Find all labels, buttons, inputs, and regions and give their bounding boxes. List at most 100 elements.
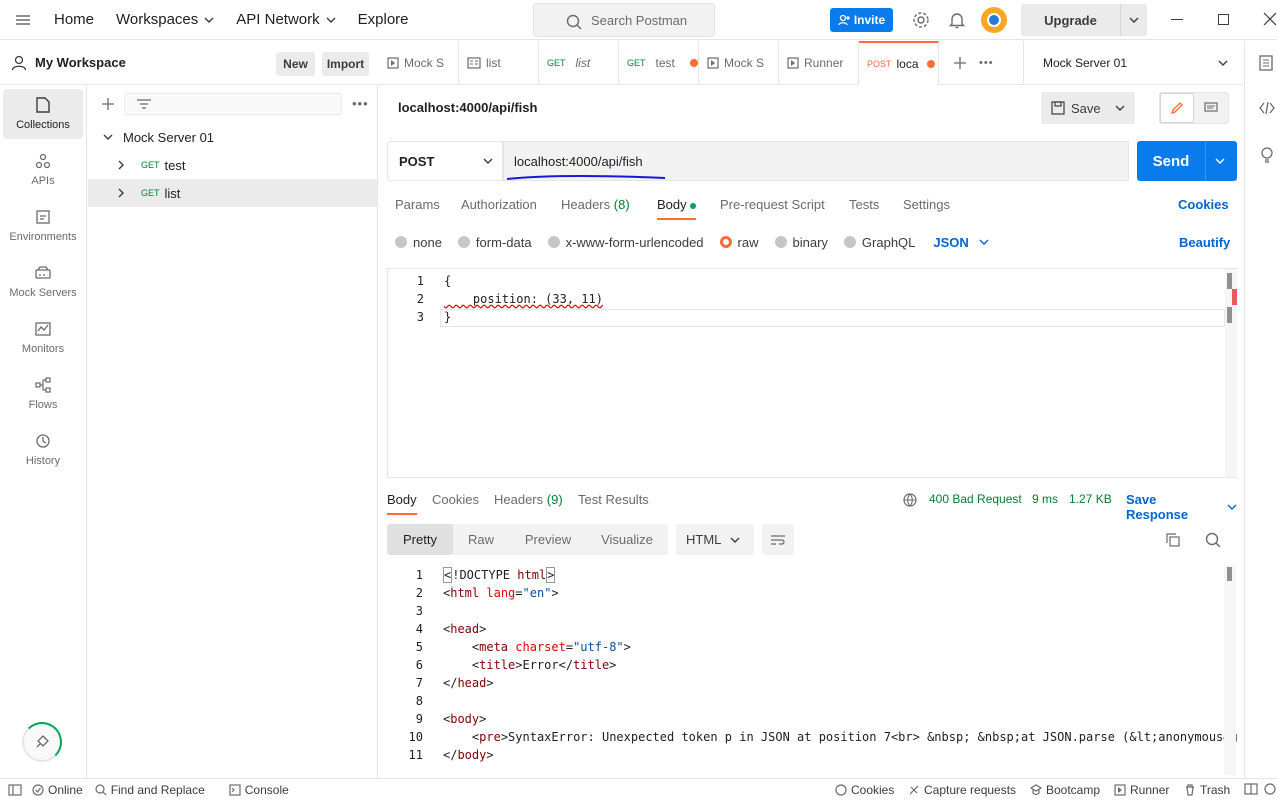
nav-explore[interactable]: Explore (358, 11, 409, 28)
code-icon[interactable] (1259, 102, 1275, 114)
layout-toggle-icon[interactable] (8, 783, 22, 796)
save-response-button[interactable]: Save Response (1126, 492, 1237, 522)
add-tab-icon[interactable] (953, 56, 967, 70)
runner-button[interactable]: Runner (1114, 783, 1169, 797)
format-select[interactable]: JSON (933, 235, 989, 250)
trash-button[interactable]: Trash (1184, 783, 1230, 797)
tab-params[interactable]: Params (395, 197, 440, 212)
search-icon[interactable] (1205, 532, 1221, 548)
tabs-more-icon[interactable]: ••• (979, 57, 994, 69)
radio-none[interactable]: none (395, 235, 442, 250)
response-scrollbar[interactable] (1224, 565, 1236, 775)
upgrade-button[interactable]: Upgrade (1021, 4, 1147, 36)
invite-button[interactable]: Invite (830, 8, 893, 32)
radio-form-data[interactable]: form-data (457, 235, 532, 250)
import-button[interactable]: Import (322, 52, 369, 76)
menu-icon[interactable] (16, 14, 30, 25)
bootcamp-button[interactable]: Bootcamp (1030, 783, 1100, 797)
response-tab-headers[interactable]: Headers (9) (494, 492, 563, 507)
close-window-button[interactable] (1263, 12, 1277, 26)
new-button[interactable]: New (276, 52, 315, 76)
more-options-icon[interactable]: ••• (352, 96, 369, 111)
beautify-link[interactable]: Beautify (1179, 235, 1230, 250)
tab-mock-server-2[interactable]: Mock S (699, 40, 779, 85)
notifications-bell-icon[interactable] (949, 11, 965, 29)
method-select[interactable]: POST (387, 141, 503, 181)
sidebar-item-apis[interactable]: APIs (3, 145, 83, 195)
settings-icon[interactable] (912, 11, 930, 29)
globe-icon[interactable] (903, 493, 917, 507)
lightbulb-icon[interactable] (1260, 147, 1274, 163)
tab-post-localhost[interactable]: POST loca (859, 40, 939, 85)
response-body-viewer[interactable]: 1 2 3 4 5 6 7 8 9 10 11 <!DOCTYPE html> … (387, 565, 1237, 775)
cookies-button[interactable]: Cookies (835, 783, 894, 797)
tab-body[interactable]: Body (657, 197, 697, 220)
tree-item-list[interactable]: GET list (88, 179, 377, 207)
tab-tests[interactable]: Tests (849, 197, 879, 212)
tab-runner[interactable]: Runner (779, 40, 859, 85)
console-button[interactable]: Console (229, 783, 289, 797)
list-icon (467, 56, 481, 69)
sidebar-item-collections[interactable]: Collections (3, 89, 83, 139)
sidebar-item-history[interactable]: History (3, 425, 83, 475)
minimize-button[interactable] (1171, 19, 1183, 20)
view-pretty[interactable]: Pretty (387, 524, 453, 555)
tree-item-test[interactable]: GET test (88, 151, 377, 179)
response-tab-test-results[interactable]: Test Results (578, 492, 649, 507)
cookies-link[interactable]: Cookies (1178, 197, 1229, 212)
tab-authorization[interactable]: Authorization (461, 197, 537, 212)
nav-api-network[interactable]: API Network (236, 11, 336, 28)
radio-urlencoded[interactable]: x-www-form-urlencoded (547, 235, 704, 250)
add-icon[interactable] (101, 97, 115, 111)
radio-binary[interactable]: binary (774, 235, 828, 250)
comments-button[interactable] (1194, 93, 1228, 123)
edit-mode-button[interactable] (1160, 93, 1195, 123)
response-time[interactable]: 9 ms (1032, 492, 1058, 506)
maximize-button[interactable] (1218, 14, 1229, 25)
tab-get-list[interactable]: GET list (539, 40, 619, 85)
response-format-select[interactable]: HTML (676, 524, 754, 555)
sidebar-item-flows[interactable]: Flows (3, 369, 83, 419)
tab-list-collection[interactable]: list (459, 40, 539, 85)
view-visualize[interactable]: Visualize (587, 532, 667, 547)
response-tab-body[interactable]: Body (387, 492, 417, 515)
view-raw[interactable]: Raw (453, 532, 509, 547)
nav-workspaces[interactable]: Workspaces (116, 11, 214, 28)
view-preview[interactable]: Preview (509, 532, 587, 547)
radio-raw[interactable]: raw (719, 235, 759, 250)
help-icon[interactable] (1264, 783, 1276, 795)
tab-settings[interactable]: Settings (903, 197, 950, 212)
tab-get-test[interactable]: GET test (619, 40, 699, 85)
capture-requests-button[interactable]: Capture requests (908, 783, 1016, 797)
workspace-name[interactable]: My Workspace (35, 55, 126, 70)
tab-headers[interactable]: Headers (8) (561, 197, 630, 212)
search-input[interactable]: Search Postman (533, 3, 715, 37)
runner-status-icon[interactable] (22, 722, 62, 762)
save-button[interactable]: Save (1041, 92, 1135, 124)
tab-pre-request-script[interactable]: Pre-request Script (720, 197, 825, 212)
sidebar-item-environments[interactable]: Environments (3, 201, 83, 251)
editor-scrollbar[interactable] (1225, 269, 1237, 477)
nav-home[interactable]: Home (54, 11, 94, 28)
send-button[interactable]: Send (1137, 141, 1237, 181)
copy-icon[interactable] (1166, 533, 1180, 547)
response-tab-cookies[interactable]: Cookies (432, 492, 479, 507)
request-body-editor[interactable]: 1 2 3 { position: (33, 11) } (387, 268, 1237, 478)
request-title[interactable]: localhost:4000/api/fish (398, 100, 537, 115)
sidebar-item-monitors[interactable]: Monitors (3, 313, 83, 363)
environment-selector[interactable]: Mock Server 01 (1023, 41, 1243, 85)
two-pane-view-icon[interactable] (1244, 783, 1258, 795)
radio-graphql[interactable]: GraphQL (843, 235, 915, 250)
collection-root[interactable]: Mock Server 01 (88, 123, 377, 151)
environment-quick-look-icon[interactable] (1259, 55, 1273, 71)
response-size[interactable]: 1.27 KB (1069, 492, 1112, 506)
avatar[interactable] (981, 7, 1007, 33)
response-line-10: <pre>SyntaxError: Unexpected token p in … (443, 730, 1237, 744)
online-status[interactable]: Online (32, 783, 83, 797)
wrap-lines-button[interactable] (762, 524, 794, 555)
tab-mock-server-1[interactable]: Mock S (379, 40, 459, 85)
filter-input[interactable] (124, 93, 342, 115)
sidebar-item-mock-servers[interactable]: Mock Servers (3, 257, 83, 307)
find-and-replace[interactable]: Find and Replace (95, 783, 205, 797)
status-badge[interactable]: 400 Bad Request (929, 492, 1022, 506)
